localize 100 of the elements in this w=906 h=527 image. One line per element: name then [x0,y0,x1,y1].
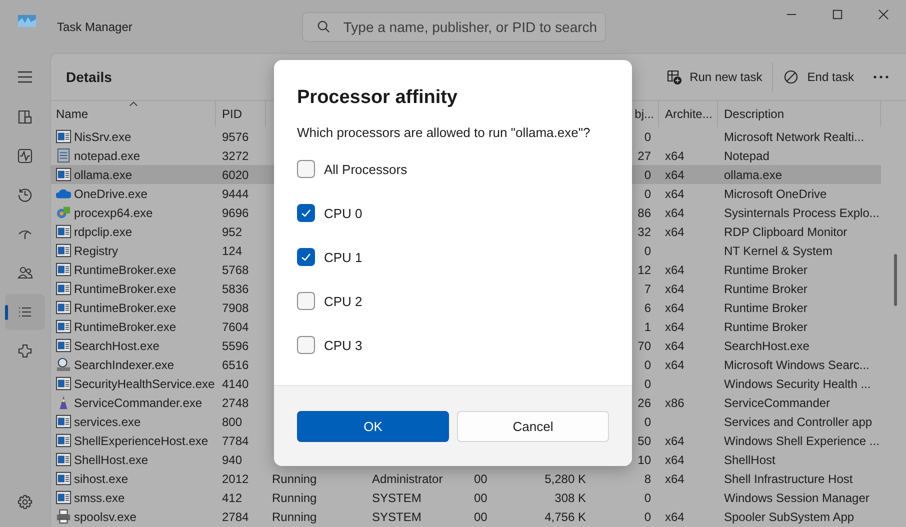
column-header[interactable]: bj... [634,107,654,121]
window-icon [56,167,71,182]
process-name[interactable]: procexp64.exe [74,206,153,220]
process-name[interactable]: ServiceCommander.exe [74,396,202,410]
notepad-icon [56,148,71,163]
process-name[interactable]: ollama.exe [74,168,132,182]
checkmark-icon [300,207,312,219]
printer-icon [56,509,71,524]
run-new-task-button[interactable]: Run new task [660,65,768,89]
process-name[interactable]: notepad.exe [74,148,140,162]
table-cell: Spooler SubSystem App [724,510,854,524]
process-name[interactable]: sihost.exe [74,472,128,486]
table-cell: 6 [644,300,651,314]
process-name[interactable]: rdpclip.exe [74,224,132,238]
ok-button[interactable]: OK [297,410,449,442]
table-cell: Microsoft Windows Searc... [724,358,870,372]
process-name[interactable]: SearchIndexer.exe [74,358,174,372]
table-cell: 27 [638,148,651,162]
maximize-icon [832,9,842,20]
checkbox[interactable] [297,204,315,222]
process-name[interactable]: Registry [74,244,118,258]
table-cell: 86 [638,206,651,220]
table-cell-text: 2784 [221,508,250,526]
nav-item[interactable] [5,294,45,330]
window-icon [56,281,71,296]
process-name[interactable]: OneDrive.exe [74,186,148,200]
table-cell: Administrator [372,472,443,486]
column-header[interactable]: Name [51,101,216,127]
window-icon [56,452,71,467]
table-cell: Windows Shell Experience ... [724,434,880,448]
process-name[interactable]: smss.exe [74,490,125,504]
table-cell: x64 [665,300,684,314]
checkbox[interactable] [297,160,315,178]
processes-icon [17,109,33,125]
close-icon [878,9,888,20]
checkbox[interactable] [297,336,315,354]
process-name[interactable]: NisSrv.exe [74,130,132,144]
table-cell-text: 2012 [221,470,250,488]
table-cell-text: 3272 [221,148,250,164]
table-cell: 0 [644,414,651,428]
table-cell-text: 2748 [221,394,250,412]
checkbox-label: CPU 1 [324,250,362,264]
table-cell: x64 [665,338,684,352]
search-field[interactable]: Type a name, publisher, or PID to search [302,12,606,42]
table-cell: x64 [665,358,684,372]
table-cell: x64 [665,282,684,296]
table-cell: 308 K [554,490,586,504]
table-cell-text: 7784 [221,432,250,450]
table-cell-text: 5768 [221,262,250,278]
table-cell: x64 [665,434,684,448]
settings-icon[interactable] [17,494,33,510]
cancel-button[interactable]: Cancel [457,410,609,442]
table-cell-text: 4140 [221,376,250,392]
clock-icon [17,187,33,203]
process-name[interactable]: ShellHost.exe [74,452,148,466]
process-name[interactable]: ShellExperienceHost.exe [74,434,208,448]
table-cell: 0 [644,376,651,390]
window-icon [56,414,71,429]
table-cell: 26 [638,396,651,410]
table-cell: 32 [638,224,651,238]
table-cell: Runtime Broker [724,320,808,334]
checkbox-label: CPU 0 [324,206,362,220]
checkbox-label: All Processors [324,162,408,176]
search-icon [317,20,330,33]
table-cell-text: 7604 [221,318,250,336]
table-cell: 0 [644,130,651,144]
window-icon [56,490,71,505]
table-cell: 10 [638,452,651,466]
checkbox[interactable] [297,248,315,266]
table-cell: 0 [644,490,651,504]
table-cell: 7 [644,282,651,296]
table-cell: 70 [638,338,651,352]
prohibited-icon [783,69,800,85]
dialog-title: Processor affinity [297,87,458,109]
menu-icon[interactable] [17,69,33,85]
table-cell: Microsoft Network Realti... [724,130,864,144]
table-cell: ollama.exe [724,168,782,182]
column-header[interactable]: PID [216,101,266,127]
end-task-button[interactable]: End task [777,65,860,89]
table-cell: x64 [665,206,684,220]
table-cell-text: 6020 [221,166,250,184]
process-name[interactable]: RuntimeBroker.exe [74,262,176,276]
checkbox[interactable] [297,292,315,310]
scrollbar-thumb[interactable] [894,254,897,306]
window-icon [56,243,71,258]
process-name[interactable]: RuntimeBroker.exe [74,300,176,314]
table-cell: Microsoft OneDrive [724,186,827,200]
table-cell: SYSTEM [372,490,422,504]
process-name[interactable]: RuntimeBroker.exe [74,282,176,296]
process-name[interactable]: services.exe [74,414,141,428]
column-header[interactable]: Description [718,101,881,127]
table-cell: 1 [644,320,651,334]
checkmark-icon [300,251,312,263]
process-name[interactable]: SearchHost.exe [74,338,160,352]
table-cell: 0 [644,510,651,524]
process-name[interactable]: RuntimeBroker.exe [74,320,176,334]
column-header[interactable]: Archite... [659,101,718,127]
table-cell: Running [272,490,317,504]
process-name[interactable]: spoolsv.exe [74,510,136,524]
process-name[interactable]: SecurityHealthService.exe [74,376,215,390]
